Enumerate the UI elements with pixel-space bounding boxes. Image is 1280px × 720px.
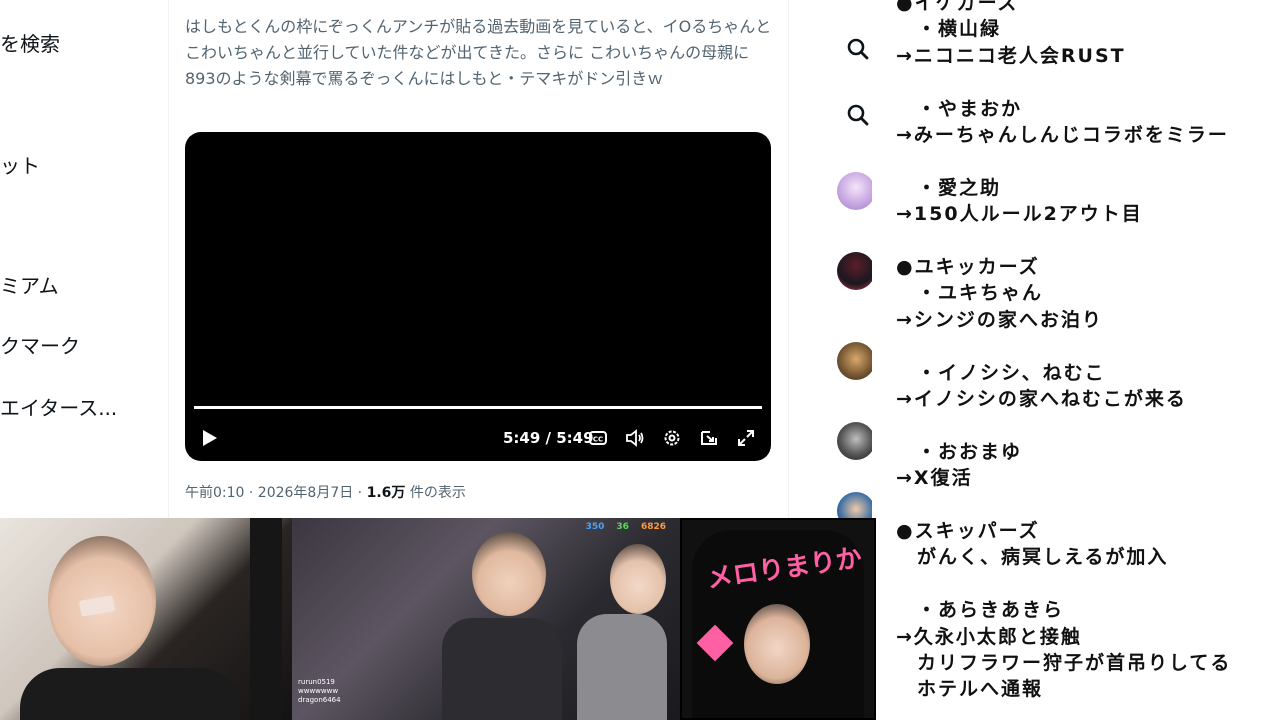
volume-button[interactable] — [623, 426, 647, 450]
thumbnail-shirt: メロりまりか — [680, 518, 876, 720]
video-time: 5:49 / 5:49 — [503, 429, 594, 447]
captions-button[interactable]: CC — [586, 426, 610, 450]
note-line: →ニコニコ老人会RUST — [896, 44, 1126, 67]
left-nav: を検索 ット ミアム クマーク エイタース... — [0, 0, 170, 520]
black-strap — [250, 518, 282, 720]
note-line: ・愛之助 — [896, 176, 1002, 199]
video-controls: 5:49 / 5:49 CC — [185, 426, 771, 450]
stream-stat-2: 36 — [616, 522, 629, 532]
tweet-meta: 午前0:10 · 2026年8月7日 · 1.6万 件の表示 — [185, 482, 466, 502]
note-line: →みーちゃんしんじコラボをミラー — [896, 124, 1229, 146]
note-line: →シンジの家へお泊り — [896, 308, 1103, 331]
chat-user: rurun0519 — [298, 678, 335, 686]
search-icon[interactable] — [845, 36, 871, 62]
note-line: ・ユキちゃん — [896, 282, 1044, 305]
volume-icon — [626, 429, 644, 447]
nav-item-premium[interactable]: ミアム — [0, 270, 59, 299]
note-line: →150人ルール2アウト目 — [896, 203, 1143, 226]
person-face — [744, 604, 810, 684]
person-shirt — [442, 618, 562, 720]
avatar[interactable] — [837, 422, 875, 460]
note-line: ・イノシシ、ねむこ — [896, 361, 1106, 384]
black-shirt — [20, 668, 240, 720]
note-line: がんく、病冥しえるが加入 — [896, 546, 1169, 569]
stream-stat-1: 350 — [585, 522, 605, 532]
person-face — [472, 532, 546, 616]
note-line: ホテルへ通報 — [896, 678, 1044, 701]
video-player[interactable]: 5:49 / 5:49 CC — [185, 132, 771, 461]
nav-item-creator-studio[interactable]: エイタース... — [0, 392, 117, 421]
pip-button[interactable] — [697, 426, 721, 450]
svg-text:CC: CC — [593, 436, 603, 444]
note-line: →久永小太郎と接触 — [896, 625, 1082, 648]
chat-message: wwwwwww — [298, 687, 339, 695]
tweet: はしもとくんの枠にぞっくんアンチが貼る過去動画を見ていると、イOるちゃんとこわい… — [185, 14, 775, 92]
captions-icon: CC — [589, 431, 607, 445]
person-dress — [577, 614, 667, 720]
notes-panel: ●イケガーズ ・横山緑 →ニコニコ老人会RUST ・やまおか →みーちゃんしんじコラ… — [872, 0, 1280, 720]
chat-user: dragon6464 — [298, 696, 341, 704]
note-line: →X復活 — [896, 467, 973, 490]
avatar[interactable] — [837, 172, 875, 210]
note-line: ●イケガーズ — [896, 0, 1019, 14]
play-button[interactable] — [197, 426, 221, 450]
note-line: ●スキッパーズ — [896, 520, 1040, 542]
picture-in-picture-icon — [701, 431, 717, 445]
column-divider-right — [788, 0, 789, 520]
note-line: カリフラワー狩子が首吊りしてる — [896, 652, 1232, 674]
fullscreen-button[interactable] — [734, 426, 758, 450]
note-line: →イノシシの家へねむこが来る — [896, 388, 1187, 410]
stream-stats: 350 36 6826 — [586, 522, 666, 532]
avatar[interactable] — [837, 252, 875, 290]
search-icon[interactable] — [845, 102, 871, 128]
note-line: ・やまおか — [896, 97, 1023, 120]
video-progress-bar[interactable] — [194, 406, 762, 409]
stream-chat: rurun0519 wwwwwww dragon6464 — [298, 678, 341, 705]
note-line: ・あらきあきら — [896, 599, 1065, 622]
note-line: ●ユキッカーズ — [896, 256, 1040, 278]
nav-item-2[interactable]: ット — [0, 150, 40, 179]
note-line: ・おおまゆ — [896, 440, 1023, 463]
play-icon — [203, 430, 217, 446]
thumbnail-stream: 350 36 6826 rurun0519 wwwwwww dragon6464 — [292, 518, 680, 720]
fullscreen-icon — [738, 430, 754, 446]
tweet-text: はしもとくんの枠にぞっくんアンチが貼る過去動画を見ていると、イOるちゃんとこわい… — [185, 17, 772, 88]
tweet-datetime[interactable]: 午前0:10 · 2026年8月7日 · — [185, 485, 367, 501]
stream-stat-3: 6826 — [640, 522, 666, 532]
nav-item-bookmarks[interactable]: クマーク — [0, 330, 80, 359]
tweet-views-count: 1.6万 — [366, 485, 406, 501]
tweet-views-suffix: 件の表示 — [405, 485, 466, 501]
column-divider-left — [168, 0, 169, 520]
avatar[interactable] — [837, 342, 875, 380]
settings-button[interactable] — [660, 426, 684, 450]
note-line: ・横山緑 — [896, 18, 1002, 41]
thumbnail-1 — [0, 518, 292, 720]
gear-icon — [664, 430, 680, 446]
person-face — [610, 544, 666, 614]
nav-item-search[interactable]: を検索 — [0, 28, 60, 57]
video-progress-fill — [194, 406, 762, 409]
